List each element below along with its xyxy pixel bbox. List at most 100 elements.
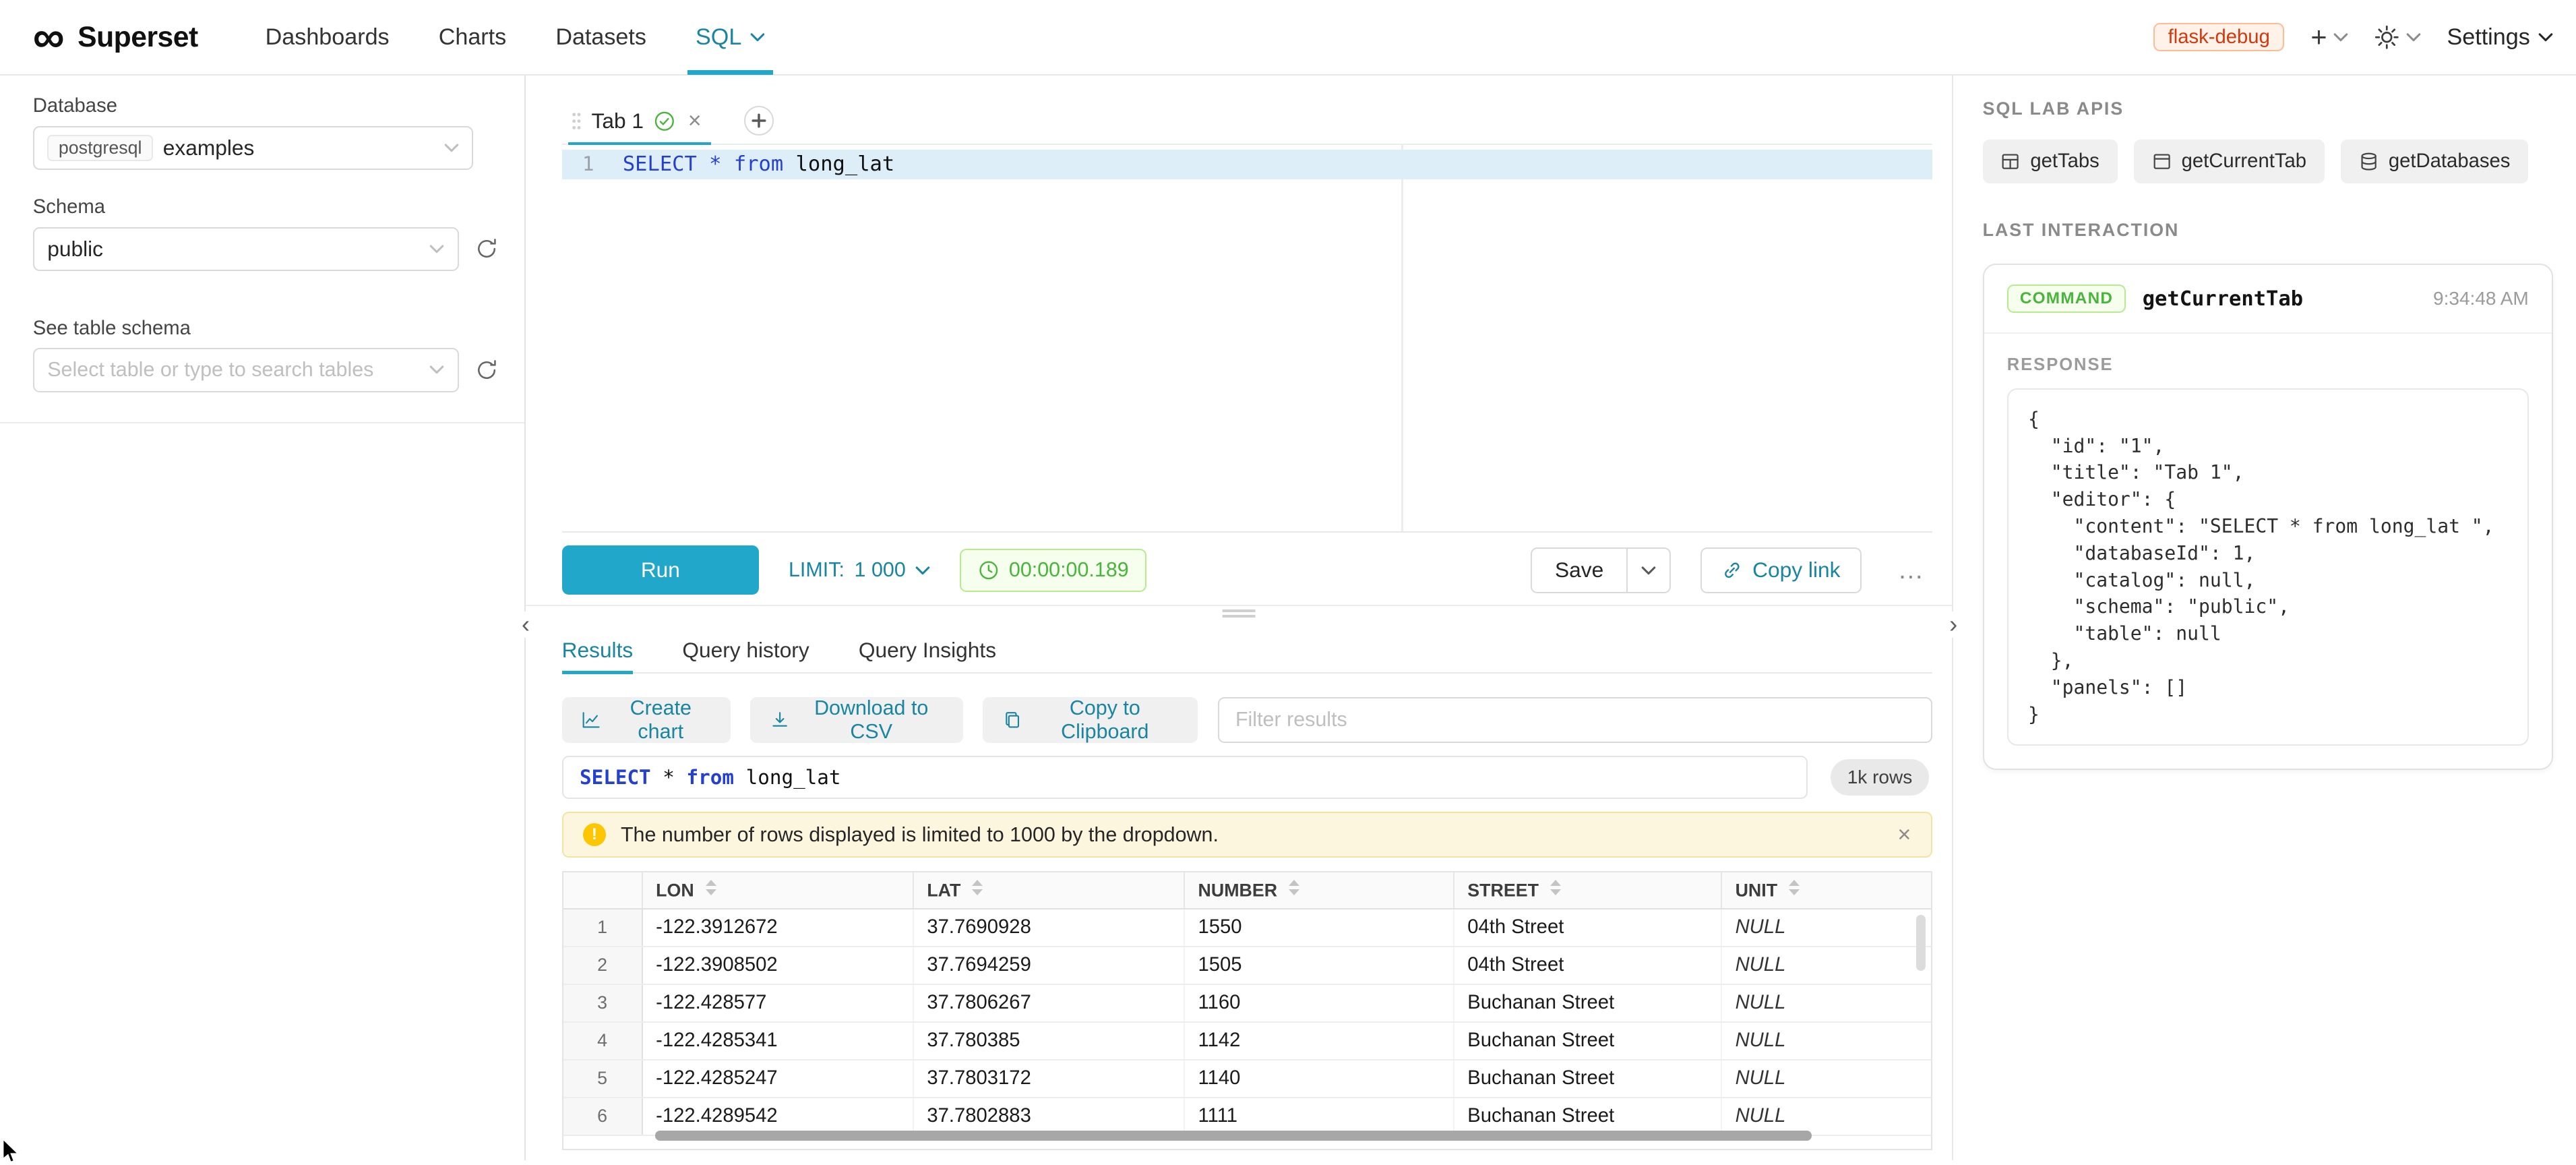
superset-logo[interactable]: ∞ Superset [33,15,198,59]
add-tab-button[interactable] [744,106,774,136]
table-select[interactable] [33,348,459,392]
executed-query-preview: SELECT * from long_lat [562,756,1808,798]
tab-results[interactable]: Results [562,628,634,672]
cell: 37.7690928 [913,909,1184,947]
schema-select[interactable]: public [33,227,459,272]
caret-down-icon [915,566,930,576]
table-search-input[interactable] [47,358,419,382]
sort-icon[interactable] [1289,880,1302,898]
settings-menu[interactable]: Settings [2447,24,2553,51]
get-current-tab-button[interactable]: getCurrentTab [2134,140,2325,184]
query-timer: 00:00:00.189 [960,549,1146,591]
close-alert-icon[interactable]: × [1897,822,1911,848]
download-icon [770,709,789,731]
caret-down-icon [2406,32,2421,42]
brand-name: Superset [78,21,198,54]
sidebar-divider [0,422,524,423]
nav-datasets[interactable]: Datasets [531,0,671,75]
sort-icon[interactable] [706,880,719,898]
sql-code-editor[interactable]: 1 SELECT * from long_lat [562,145,1932,533]
chart-icon [582,709,601,731]
plus-icon: + [2310,23,2327,51]
copy-link-button[interactable]: Copy link [1700,547,1862,593]
cell: 1140 [1184,1060,1454,1098]
cell: Buchanan Street [1454,1098,1721,1135]
row-count-badge: 1k rows [1831,759,1928,796]
row-limit-alert: The number of rows displayed is limited … [562,812,1932,858]
limit-dropdown[interactable]: LIMIT: 1 000 [789,558,930,582]
cell: Buchanan Street [1454,1022,1721,1060]
sort-icon[interactable] [1550,880,1564,898]
new-item-menu[interactable]: + [2310,23,2348,51]
column-header-number[interactable]: NUMBER [1184,872,1454,909]
tab-query-history[interactable]: Query history [682,628,809,672]
cell: 37.7803172 [913,1060,1184,1098]
cell: -122.4285341 [642,1022,913,1060]
row-index: 5 [563,1060,642,1098]
cell: -122.3912672 [642,909,913,947]
query-tabbar: Tab 1 × [562,98,1932,144]
save-button[interactable]: Save [1531,547,1628,593]
row-index: 4 [563,1022,642,1060]
column-header-lat[interactable]: LAT [913,872,1184,909]
query-tab-1[interactable]: Tab 1 × [562,98,718,144]
column-header-unit[interactable]: UNIT [1721,872,1930,909]
run-button[interactable]: Run [562,545,760,595]
sort-icon[interactable] [972,880,985,898]
command-name: getCurrentTab [2143,287,2303,311]
cell: -122.3908502 [642,947,913,984]
close-tab-icon[interactable]: × [688,109,702,132]
tab-query-insights[interactable]: Query Insights [859,628,996,672]
horizontal-scrollbar[interactable] [655,1131,1812,1141]
table-row: 6-122.428954237.78028831111Buchanan Stre… [563,1098,1931,1135]
schema-label: Schema [33,196,498,218]
refresh-schemas-icon[interactable] [475,237,498,260]
nav-dashboards[interactable]: Dashboards [241,0,414,75]
filter-results-input[interactable] [1218,697,1932,743]
sql-editor-area: Tab 1 × 1 SELECT * from long_lat Run LIM… [526,76,1952,1160]
more-actions-button[interactable]: … [1891,556,1932,585]
navbar-right: flask-debug + Settings [2153,23,2553,51]
limit-label: LIMIT: [789,558,845,582]
copy-clipboard-button[interactable]: Copy to Clipboard [983,697,1198,743]
response-label: RESPONSE [1984,334,2552,375]
nav-charts[interactable]: Charts [414,0,531,75]
column-header-lon[interactable]: LON [642,872,913,909]
create-chart-button[interactable]: Create chart [562,697,731,743]
environment-badge: flask-debug [2153,23,2284,51]
cell: NULL [1721,1060,1930,1098]
drag-grip-icon[interactable] [572,111,582,131]
table-row: 1-122.391267237.7690928155004th StreetNU… [563,909,1931,947]
nav-sql[interactable]: SQL [671,0,789,75]
row-index: 6 [563,1098,642,1135]
cell: 04th Street [1454,909,1721,947]
download-csv-button[interactable]: Download to CSV [750,697,963,743]
caret-down-icon [2538,32,2553,42]
table-row: 3-122.42857737.78062671160Buchanan Stree… [563,984,1931,1022]
caret-down-icon [750,32,765,42]
results-table-header-row: LONLATNUMBERSTREETUNIT [563,872,1931,909]
refresh-tables-icon[interactable] [475,359,498,382]
collapse-left-panel-button[interactable]: ‹ [514,611,537,638]
cell: Buchanan Street [1454,984,1721,1022]
get-tabs-button[interactable]: getTabs [1983,140,2118,184]
cell: NULL [1721,947,1930,984]
get-databases-button[interactable]: getDatabases [2341,140,2528,184]
cell: -122.4289542 [642,1098,913,1135]
results-table-body: 1-122.391267237.7690928155004th StreetNU… [563,909,1931,1135]
schema-value: public [47,237,103,262]
database-select[interactable]: postgresql examples [33,126,473,171]
vertical-scrollbar[interactable] [1916,915,1926,971]
results-table: LONLATNUMBERSTREETUNIT 1-122.391267237.7… [563,872,1931,1136]
limit-value: 1 000 [855,558,906,582]
collapse-right-panel-button[interactable]: › [1942,611,1965,638]
tabs-icon [2000,152,2020,171]
sort-icon[interactable] [1789,880,1802,898]
column-header-street[interactable]: STREET [1454,872,1721,909]
cell: -122.4285247 [642,1060,913,1098]
pane-resize-handle[interactable] [526,605,1952,618]
theme-toggle[interactable] [2374,25,2420,50]
chevron-down-icon [444,143,459,153]
save-options-caret[interactable] [1628,547,1670,593]
database-type-tag: postgresql [47,135,153,162]
